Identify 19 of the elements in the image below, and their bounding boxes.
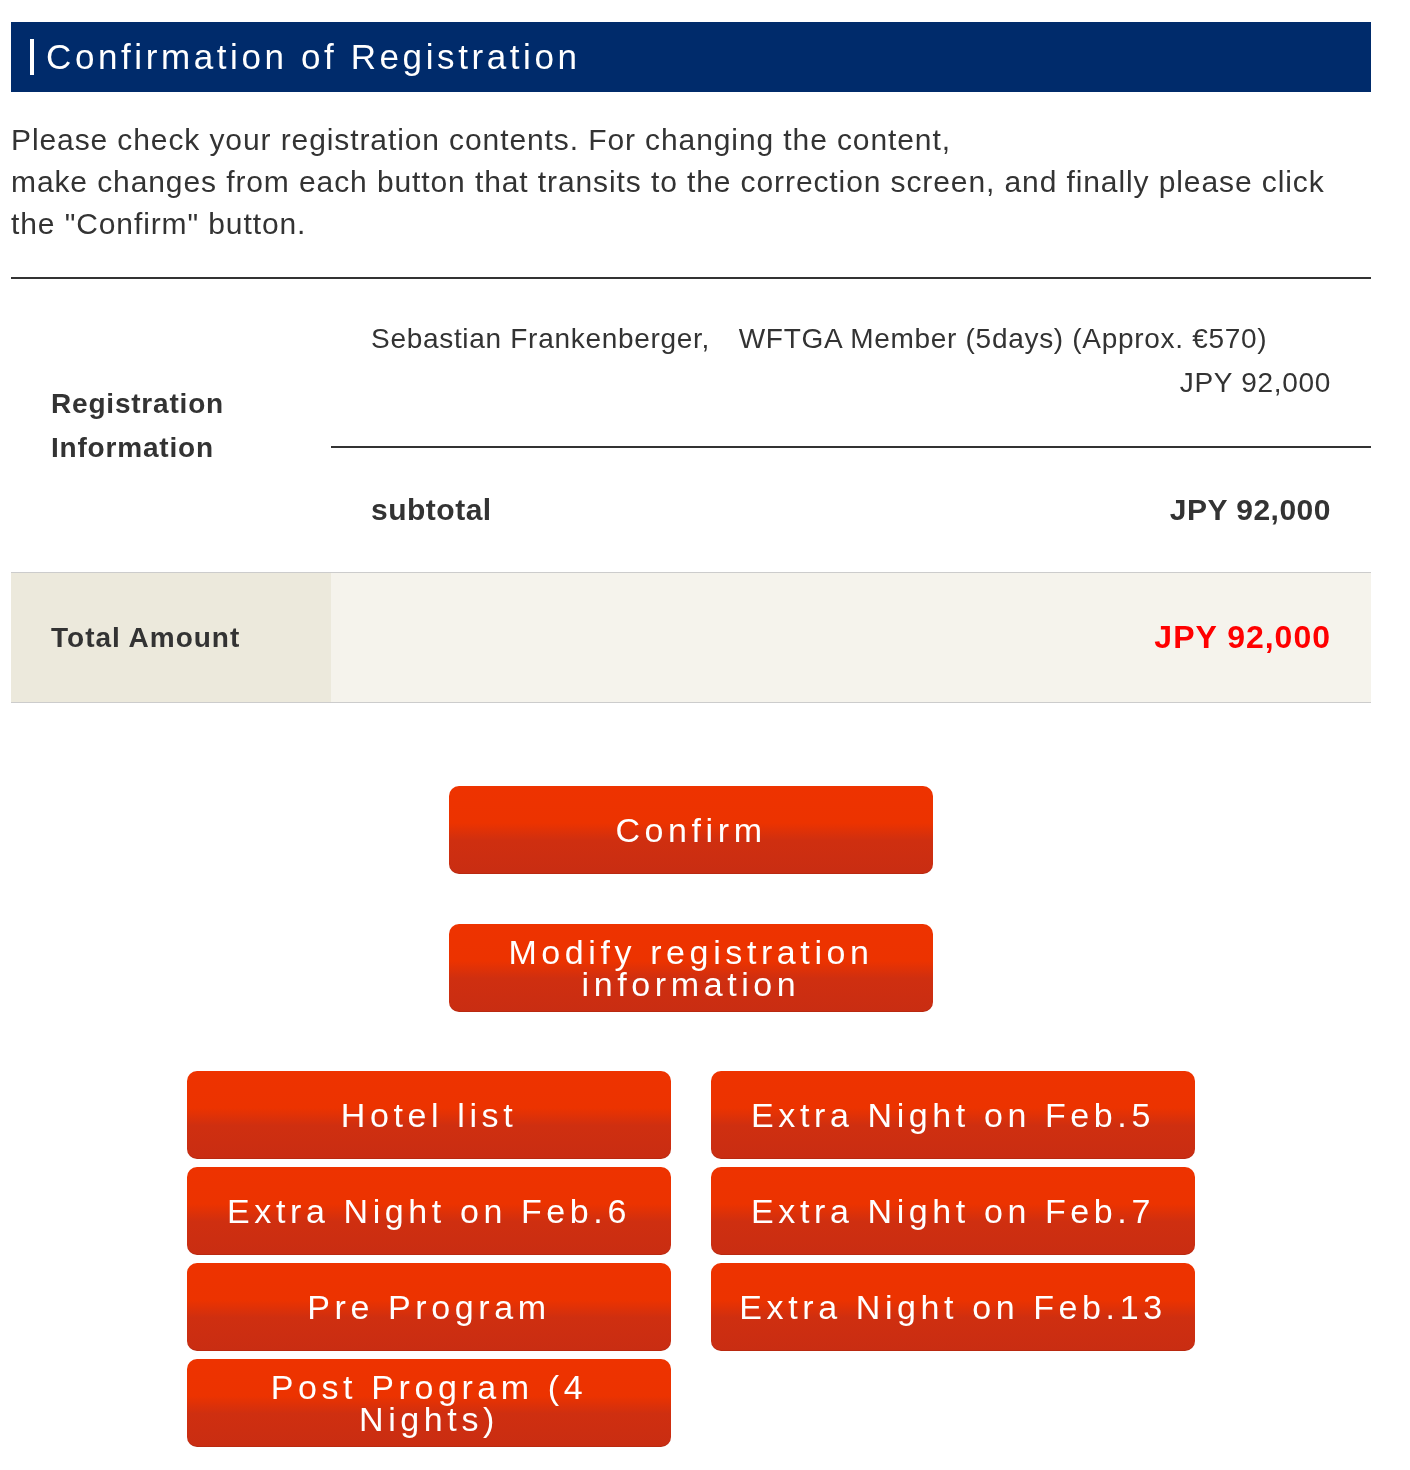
option-button[interactable]: Pre Program	[187, 1263, 671, 1351]
page-title: Confirmation of Registration	[46, 37, 581, 77]
option-button[interactable]: Extra Night on Feb.13	[711, 1263, 1195, 1351]
subtotal-amount: JPY 92,000	[1169, 493, 1331, 527]
confirm-button[interactable]: Confirm	[449, 786, 933, 874]
modify-button[interactable]: Modify registration information	[449, 924, 933, 1012]
vertical-bar-icon	[30, 39, 34, 75]
option-button[interactable]: Extra Night on Feb.5	[711, 1071, 1195, 1159]
row-label: Registration Information	[51, 386, 225, 465]
item-amount: JPY 92,000	[1179, 366, 1331, 400]
total-label: Total Amount	[51, 621, 241, 654]
intro-text: Please check your registration contents. For changing the content, make changes from each button that transits to the correction screen, and finally please click the "Confirm" button.	[11, 122, 1326, 242]
total-amount: JPY 92,000	[1154, 619, 1331, 656]
option-button[interactable]: Extra Night on Feb.7	[711, 1167, 1195, 1255]
subtotal-label: subtotal	[371, 493, 492, 527]
option-button[interactable]: Hotel list	[187, 1071, 671, 1159]
item-description: Sebastian Frankenberger, WFTGA Member (5days) (Approx. €570)	[371, 322, 1269, 356]
option-button[interactable]: Post Program (4 Nights)	[187, 1359, 671, 1447]
option-button[interactable]: Extra Night on Feb.6	[187, 1167, 671, 1255]
